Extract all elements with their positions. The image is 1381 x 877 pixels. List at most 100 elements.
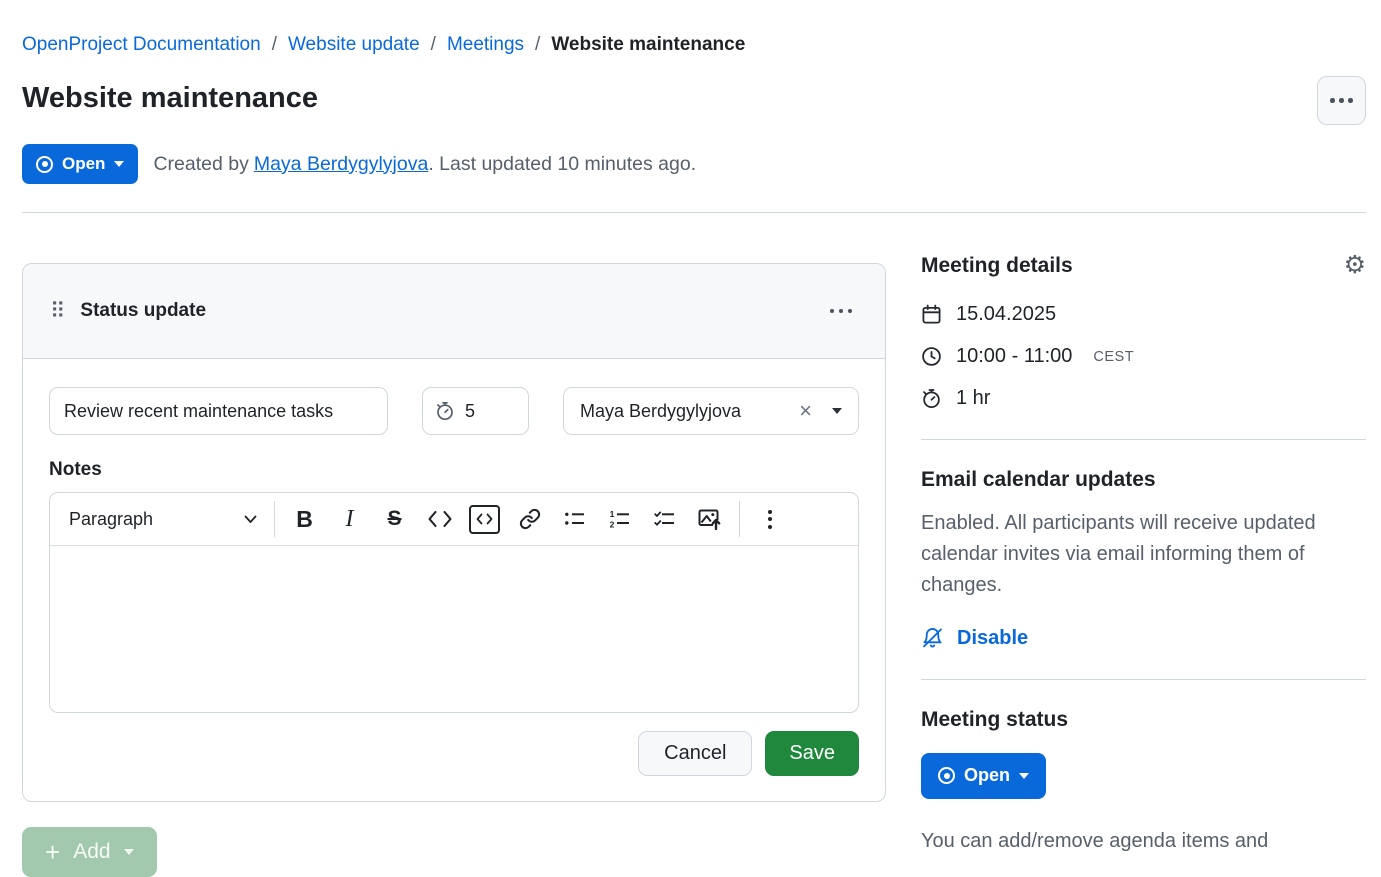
agenda-item-card: ⠿ Status update (22, 263, 886, 802)
add-agenda-item-button[interactable]: + Add (22, 827, 157, 877)
presenter-value: Maya Berdygylyjova (580, 401, 799, 422)
agenda-field-row: Maya Berdygylyjova × (49, 387, 859, 435)
cancel-button[interactable]: Cancel (638, 731, 752, 776)
agenda-title-input[interactable] (49, 387, 388, 435)
breadcrumb-separator: / (535, 34, 540, 56)
breadcrumb-separator: / (272, 34, 277, 56)
numbered-list-icon: 1 2 (609, 509, 630, 529)
bell-slash-icon (921, 627, 944, 650)
breadcrumb-subproject-link[interactable]: Website update (288, 34, 420, 56)
stopwatch-icon (435, 401, 455, 421)
presenter-select[interactable]: Maya Berdygylyjova × (563, 387, 859, 435)
meeting-meta: Created by Maya Berdygylyjova. Last updat… (153, 153, 696, 176)
agenda-card-menu-button[interactable] (824, 303, 859, 320)
stopwatch-icon (921, 388, 942, 409)
code-block-button[interactable] (462, 497, 507, 541)
toolbar-divider (274, 501, 275, 537)
strikethrough-button[interactable]: S (372, 497, 417, 541)
caret-down-icon (124, 849, 134, 855)
caret-down-icon (832, 408, 842, 414)
numbered-list-button[interactable]: 1 2 (597, 497, 642, 541)
clear-selection-icon[interactable]: × (799, 400, 812, 422)
disable-email-updates-link[interactable]: Disable (921, 627, 1366, 650)
paragraph-style-dropdown[interactable]: Paragraph (59, 497, 267, 541)
meeting-duration-row: 1 hr (921, 387, 1366, 410)
italic-button[interactable]: I (327, 497, 372, 541)
meeting-status-hint: You can add/remove agenda items and (921, 826, 1366, 857)
form-actions: Cancel Save (49, 731, 859, 776)
breadcrumb-current: Website maintenance (551, 34, 745, 56)
circle-dot-icon (938, 767, 955, 784)
add-button-label: Add (73, 840, 110, 864)
editor-toolbar: Paragraph B I S (50, 493, 858, 546)
agenda-card-body: Maya Berdygylyjova × Notes Paragraph (23, 359, 885, 801)
inline-code-button[interactable] (417, 497, 462, 541)
content: ⠿ Status update (22, 213, 1366, 877)
breadcrumb: OpenProject Documentation / Website upda… (22, 34, 1366, 56)
status-label: Open (62, 154, 105, 174)
circle-dot-icon (36, 156, 53, 173)
paragraph-style-label: Paragraph (69, 509, 153, 530)
kebab-vertical-icon (768, 510, 772, 529)
sidebar-status-dropdown-button[interactable]: Open (921, 753, 1046, 799)
bulleted-list-icon (564, 509, 585, 529)
drag-handle-icon[interactable]: ⠿ (50, 301, 65, 322)
gear-icon[interactable]: ⚙ (1344, 253, 1366, 278)
meeting-duration: 1 hr (956, 387, 990, 410)
author-link[interactable]: Maya Berdygylyjova (254, 153, 429, 175)
meeting-details-title: Meeting details (921, 254, 1073, 278)
sidebar-status-label: Open (964, 765, 1010, 786)
todo-list-button[interactable] (642, 497, 687, 541)
meeting-timezone: CEST (1093, 349, 1134, 365)
main-column: ⠿ Status update (22, 213, 886, 877)
breadcrumb-project-link[interactable]: OpenProject Documentation (22, 34, 261, 56)
meeting-status-dropdown-button[interactable]: Open (22, 144, 138, 184)
bulleted-list-button[interactable] (552, 497, 597, 541)
last-updated-text: . Last updated 10 minutes ago. (428, 153, 696, 175)
clock-icon (921, 346, 942, 367)
notes-editor-content[interactable] (50, 546, 858, 712)
meeting-date-row: 15.04.2025 (921, 303, 1366, 326)
agenda-card-title: Status update (80, 300, 206, 322)
email-calendar-updates-section: Email calendar updates Enabled. All part… (921, 468, 1366, 650)
page-more-actions-button[interactable] (1317, 76, 1366, 125)
caret-down-icon (114, 161, 124, 167)
meeting-details-section: Meeting details ⚙ 15.04.2025 (921, 253, 1366, 410)
status-row: Open Created by Maya Berdygylyjova. Last … (22, 144, 1366, 184)
bold-button[interactable]: B (282, 497, 327, 541)
link-icon (519, 508, 541, 530)
code-icon (427, 510, 453, 528)
insert-image-button[interactable] (687, 497, 732, 541)
duration-input[interactable] (465, 401, 509, 422)
toolbar-more-button[interactable] (747, 497, 792, 541)
toolbar-divider (739, 501, 740, 537)
kebab-horizontal-icon (1330, 98, 1353, 103)
notes-label: Notes (49, 459, 859, 481)
svg-text:2: 2 (610, 519, 615, 529)
link-button[interactable] (507, 497, 552, 541)
meeting-status-section: Meeting status Open You can add/remove a… (921, 708, 1366, 857)
email-updates-description: Enabled. All participants will receive u… (921, 508, 1366, 602)
breadcrumb-meetings-link[interactable]: Meetings (447, 34, 524, 56)
duration-field[interactable] (422, 387, 529, 435)
meeting-time-row: 10:00 - 11:00 CEST (921, 345, 1366, 368)
save-button[interactable]: Save (765, 731, 859, 776)
disable-label: Disable (957, 627, 1028, 650)
sidebar-divider (921, 679, 1366, 680)
notes-rich-text-editor: Paragraph B I S (49, 492, 859, 713)
chevron-down-icon (244, 515, 257, 524)
todo-list-icon (654, 509, 675, 529)
code-block-icon (469, 505, 500, 534)
meeting-page: OpenProject Documentation / Website upda… (0, 0, 1381, 877)
agenda-card-header: ⠿ Status update (23, 264, 885, 359)
calendar-icon (921, 304, 942, 325)
created-by-text: Created by (153, 153, 248, 175)
title-row: Website maintenance (22, 82, 1366, 125)
sidebar-divider (921, 439, 1366, 440)
meeting-time: 10:00 - 11:00 (956, 345, 1072, 368)
page-title: Website maintenance (22, 82, 318, 115)
email-updates-title: Email calendar updates (921, 468, 1366, 492)
plus-icon: + (45, 839, 60, 865)
caret-down-icon (1019, 773, 1029, 779)
meeting-status-title: Meeting status (921, 708, 1366, 732)
